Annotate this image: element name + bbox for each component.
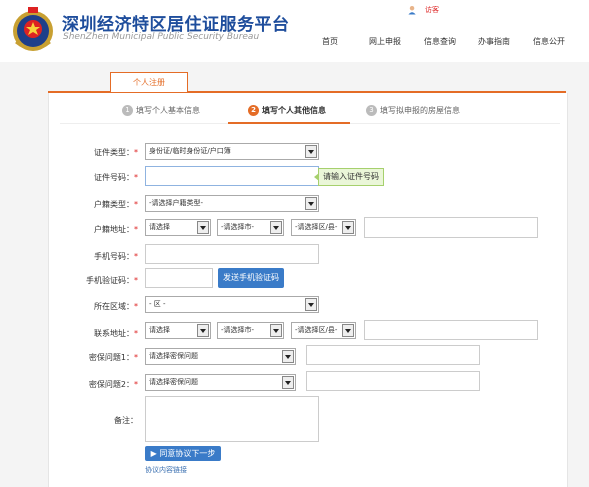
household-city-value: -请选择市- [221, 223, 255, 231]
security-q2-select[interactable]: 请选择密保问题 [145, 374, 296, 391]
household-city-select[interactable]: -请选择市- [217, 219, 284, 236]
household-address-detail-input[interactable] [364, 217, 538, 238]
step-2-label: 填写个人其他信息 [262, 106, 326, 115]
nav-info-public[interactable]: 信息公开 [533, 36, 565, 47]
step-1-label: 填写个人基本信息 [136, 106, 200, 115]
security-a2-input[interactable] [306, 371, 480, 391]
id-number-input[interactable] [145, 166, 319, 186]
chevron-down-icon [305, 145, 317, 158]
chevron-down-icon [305, 298, 317, 311]
mobile-input[interactable] [145, 244, 319, 264]
step-2: 2 填写个人其他信息 [248, 104, 326, 118]
household-type-value: -请选择户籍类型- [149, 199, 204, 207]
id-type-value: 身份证/临时身份证/户口簿 [149, 147, 231, 155]
site-subtitle: ShenZhen Municipal Public Security Burea… [63, 32, 260, 42]
security-q1-select[interactable]: 请选择密保问题 [145, 348, 296, 365]
household-type-select[interactable]: -请选择户籍类型- [145, 195, 319, 212]
nav-online-apply[interactable]: 网上申报 [369, 36, 401, 47]
step-3-number: 3 [366, 105, 377, 116]
region-label: 所在区域：* [94, 302, 138, 311]
chevron-down-icon [197, 221, 209, 234]
site-header: 深圳经济特区居住证服务平台 ShenZhen Municipal Public … [0, 0, 589, 62]
id-type-select[interactable]: 身份证/临时身份证/户口簿 [145, 143, 319, 160]
region-select[interactable]: - 区 - [145, 296, 319, 313]
chevron-down-icon [282, 376, 294, 389]
agreement-link[interactable]: 协议内容链接 [145, 465, 187, 475]
household-province-value: 请选择 [149, 223, 170, 231]
security-a1-input[interactable] [306, 345, 480, 365]
contact-address-detail-input[interactable] [364, 320, 538, 340]
contact-city-select[interactable]: -请选择市- [217, 322, 284, 339]
contact-district-value: -请选择区/县- [295, 326, 338, 334]
chevron-down-icon [342, 324, 354, 337]
active-step-indicator [228, 122, 350, 124]
security-q1-label: 密保问题1：* [88, 353, 138, 362]
user-avatar-icon[interactable] [408, 0, 426, 20]
id-type-label: 证件类型：* [94, 148, 138, 157]
user-label[interactable]: 访客 [425, 5, 439, 15]
contact-district-select[interactable]: -请选择区/县- [291, 322, 356, 339]
agree-next-label: 同意协议下一步 [159, 449, 216, 458]
double-arrow-icon: ▶ [150, 449, 157, 458]
chevron-down-icon [282, 350, 294, 363]
chevron-down-icon [270, 221, 282, 234]
contact-province-select[interactable]: 请选择 [145, 322, 211, 339]
security-q2-value: 请选择密保问题 [149, 378, 198, 386]
chevron-down-icon [270, 324, 282, 337]
region-value: - 区 - [149, 300, 166, 308]
security-q1-value: 请选择密保问题 [149, 352, 198, 360]
sms-code-input[interactable] [145, 268, 213, 288]
contact-province-value: 请选择 [149, 326, 170, 334]
chevron-down-icon [197, 324, 209, 337]
step-1-number: 1 [122, 105, 133, 116]
send-sms-code-button[interactable]: 发送手机验证码 [218, 268, 284, 288]
household-address-label: 户籍地址：* [94, 225, 138, 234]
nav-home[interactable]: 首页 [322, 36, 338, 47]
step-3-label: 填写拟申报的房屋信息 [380, 106, 460, 115]
household-district-value: -请选择区/县- [295, 223, 338, 231]
household-province-select[interactable]: 请选择 [145, 219, 211, 236]
contact-address-label: 联系地址：* [94, 329, 138, 338]
chevron-down-icon [305, 197, 317, 210]
household-district-select[interactable]: -请选择区/县- [291, 219, 356, 236]
agree-next-button[interactable]: ▶ 同意协议下一步 [145, 446, 221, 461]
id-number-label: 证件号码：* [94, 173, 138, 182]
step-2-number: 2 [248, 105, 259, 116]
progress-steps: 1 填写个人基本信息 2 填写个人其他信息 3 填写拟申报的房屋信息 [60, 104, 560, 122]
police-emblem-icon [13, 7, 53, 51]
chevron-down-icon [342, 221, 354, 234]
household-type-label: 户籍类型：* [94, 200, 138, 209]
sms-code-label: 手机验证码：* [86, 276, 138, 285]
step-3: 3 填写拟申报的房屋信息 [366, 104, 460, 118]
nav-info-query[interactable]: 信息查询 [424, 36, 456, 47]
mobile-label: 手机号码：* [94, 252, 138, 261]
tab-personal-register[interactable]: 个人注册 [110, 72, 188, 92]
id-number-tip: 请输入证件号码 [314, 168, 384, 186]
step-1: 1 填写个人基本信息 [122, 104, 200, 118]
security-q2-label: 密保问题2：* [88, 380, 138, 389]
contact-city-value: -请选择市- [221, 326, 255, 334]
remark-textarea[interactable] [145, 396, 319, 442]
nav-guide[interactable]: 办事指南 [478, 36, 510, 47]
remark-label: 备注： [114, 416, 138, 425]
